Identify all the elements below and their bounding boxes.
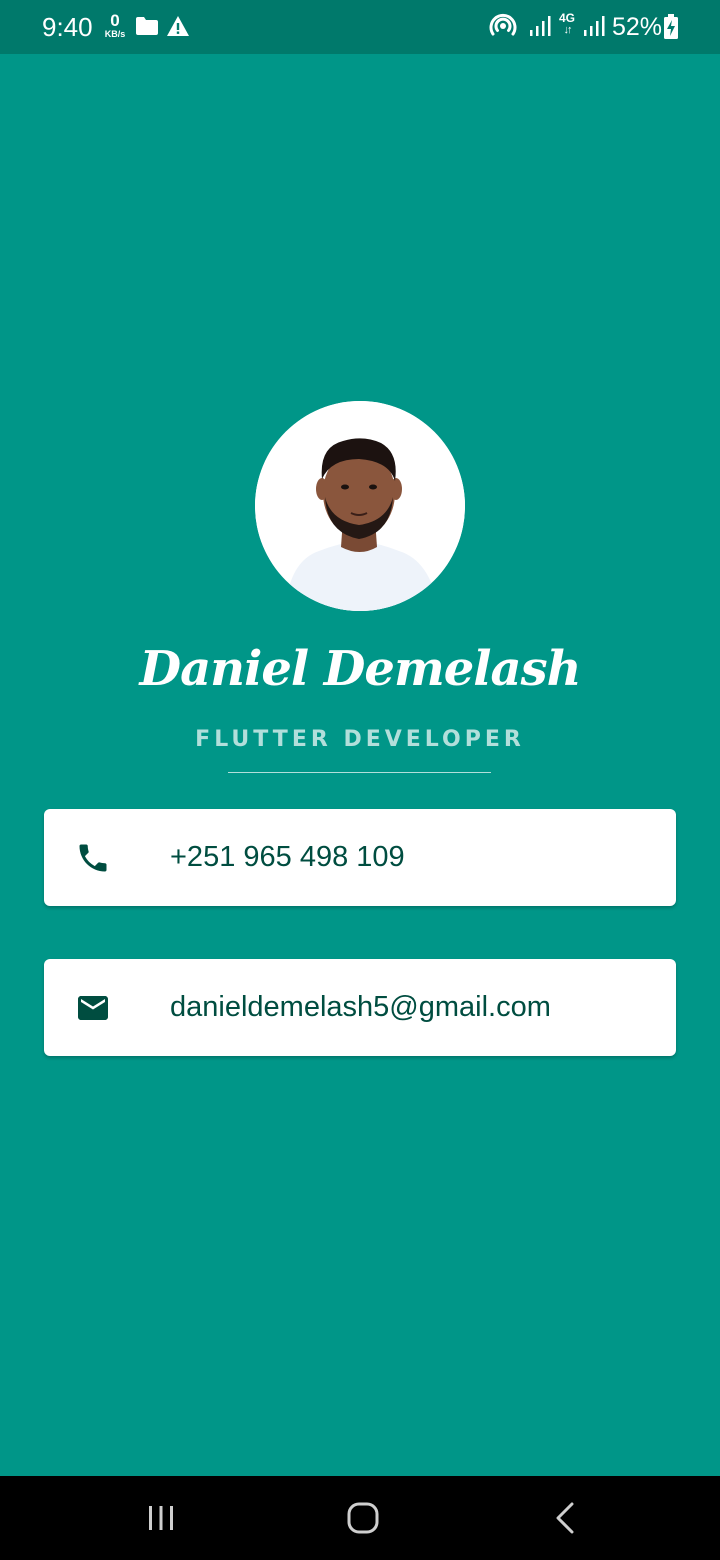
battery-percent: 52% [612,13,663,41]
signal-icon [584,16,605,36]
data-arrows-icon: ↓↑ [563,24,573,36]
profile-name: Daniel Demelash [139,641,581,697]
recents-icon[interactable] [131,1498,191,1538]
folder-icon [136,17,158,35]
phone-number: +251 965 498 109 [170,841,405,873]
signal-icon [530,16,551,36]
network-speed-unit: KB/s [104,29,126,39]
status-time: 9:40 [42,12,93,42]
home-icon[interactable] [333,1498,393,1538]
email-card[interactable]: danieldemelash5@gmail.com [44,959,676,1056]
phone-card[interactable]: +251 965 498 109 [44,809,676,906]
back-icon[interactable] [535,1498,595,1538]
profile-role: FLUTTER DEVELOPER [195,727,525,752]
profile-photo [255,401,465,611]
network-speed: 0 KB/s [101,11,129,43]
hotspot-icon [489,13,517,36]
navigation-bar [0,1476,720,1560]
network-speed-value: 0 [110,11,120,30]
email-icon [78,996,108,1020]
alert-icon [167,16,189,36]
email-address: danieldemelash5@gmail.com [170,991,551,1023]
status-bar: 9:40 0 KB/s 4G ↓↑ 52% [0,0,720,54]
network-type: 4G ↓↑ [557,12,577,40]
divider [228,772,491,773]
phone-icon [79,844,107,872]
avatar [255,401,465,611]
battery-icon [664,14,678,39]
